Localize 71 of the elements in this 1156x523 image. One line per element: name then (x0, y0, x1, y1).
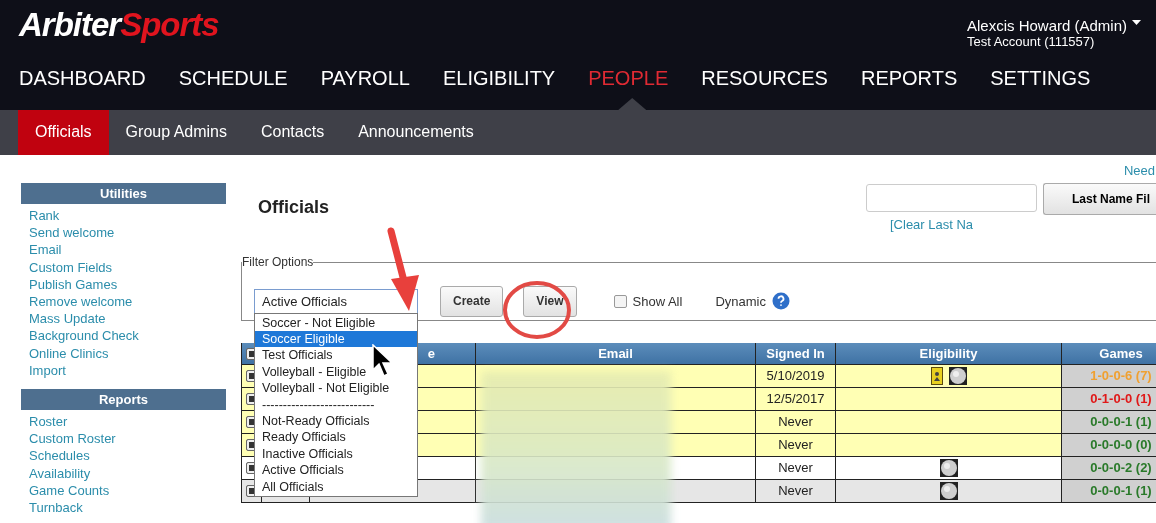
table-cell: Never (756, 457, 836, 479)
dropdown-option[interactable]: Test Officials (255, 347, 417, 364)
dropdown-option[interactable]: Volleyball - Not Eligible (255, 380, 417, 397)
sidebar-link[interactable]: Mass Update (29, 310, 106, 328)
sidebar-link[interactable]: Turnback (29, 499, 83, 517)
table-cell: Never (756, 434, 836, 456)
table-cell: Never (756, 480, 836, 502)
subnav-tab[interactable]: Contacts (244, 110, 342, 155)
dropdown-option[interactable]: Not-Ready Officials (255, 412, 417, 430)
user-name[interactable]: Alexcis Howard (Admin) (966, 17, 1127, 34)
dropdown-option[interactable]: All Officials (255, 478, 417, 495)
sidebar-link[interactable]: Send welcome (29, 224, 115, 242)
nav-tab[interactable]: REPORTS (860, 66, 958, 90)
dropdown-option[interactable]: --------------------------- (255, 396, 417, 413)
table-cell: 5/10/2019 (756, 365, 836, 387)
sidebar-link[interactable]: Roster (29, 413, 68, 431)
highlight-circle (501, 279, 573, 341)
table-cell: 12/5/2017 (756, 388, 836, 410)
games-count: 0-0-0-1 (1) (1062, 480, 1156, 502)
sidebar-link[interactable]: Custom Roster (29, 430, 116, 448)
help-icon[interactable] (771, 292, 790, 310)
nav-tab[interactable]: SCHEDULE (178, 66, 288, 90)
sidebar-link[interactable]: Background Check (29, 327, 139, 345)
nav-tab[interactable]: RESOURCES (701, 66, 828, 90)
subnav-tab[interactable]: Officials (18, 110, 109, 155)
sidebar-link[interactable]: Rank (29, 207, 60, 225)
games-count: 0-1-0-0 (1) (1062, 388, 1156, 410)
subnav-tab[interactable]: Group Admins (108, 110, 244, 155)
nav-tab[interactable]: SETTINGS (990, 66, 1091, 90)
dropdown-option[interactable]: Active Officials (255, 462, 417, 479)
sidebar-link[interactable]: Schedules (29, 447, 90, 465)
sidebar-link[interactable]: Online Clinics (29, 344, 109, 362)
games-count: 0-0-0-1 (1) (1062, 411, 1156, 433)
show-all-checkbox[interactable] (613, 294, 627, 308)
dropdown-option[interactable]: Soccer - Not Eligible (255, 314, 417, 331)
games-count: 0-0-0-0 (0) (1062, 434, 1156, 456)
games-count: 0-0-0-2 (2) (1062, 457, 1156, 479)
logo[interactable]: ArbiterSports (0, 0, 219, 44)
filter-legend: Filter Options (242, 255, 314, 269)
subnav-tab[interactable]: Announcements (341, 110, 491, 155)
filter-button[interactable]: Create (440, 285, 504, 317)
nav-tab[interactable]: DASHBOARD (19, 66, 146, 90)
sidebar-link[interactable]: Publish Games (29, 275, 118, 293)
last-name-field[interactable] (866, 184, 1037, 212)
games-count: 1-0-0-6 (7) (1062, 365, 1156, 387)
nav-tab[interactable]: PEOPLE (588, 66, 669, 90)
sidebar-link[interactable]: Remove welcome (29, 293, 133, 311)
account-label: Test Account (111557) (966, 34, 1096, 49)
sidebar-link[interactable]: Custom Fields (29, 258, 113, 276)
help-link[interactable]: Need (1123, 163, 1155, 179)
sidebar-heading: Utilities (21, 183, 226, 204)
dropdown-option[interactable]: Ready Officials (255, 429, 417, 446)
nav-tab[interactable]: ELIGIBILITY (442, 66, 556, 90)
last-name-filter-button[interactable]: Last Name Fil (1043, 183, 1156, 215)
show-all-label: Show All (632, 293, 683, 309)
dropdown-option[interactable]: Volleyball - Eligible (255, 363, 417, 381)
sidebar-link[interactable]: Import (29, 361, 66, 380)
dropdown-option[interactable]: Inactive Officials (255, 445, 417, 463)
clear-filter-link[interactable]: [Clear Last Na (866, 217, 1156, 232)
dropdown-option[interactable]: Soccer Eligible (255, 330, 417, 348)
caret-icon[interactable] (1132, 20, 1141, 25)
sidebar-link[interactable]: Availability (29, 464, 91, 482)
page-title: Officials (258, 197, 330, 219)
dynamic-label: Dynamic (715, 293, 766, 309)
sidebar-heading: Reports (21, 389, 226, 411)
badge-icon (930, 367, 943, 385)
table-cell: Never (756, 411, 836, 433)
sidebar-link[interactable]: Game Counts (29, 481, 110, 500)
filter-select[interactable]: Active Officials (254, 288, 418, 314)
sidebar-link[interactable]: Email (29, 241, 62, 259)
nav-tab[interactable]: PAYROLL (320, 66, 410, 90)
